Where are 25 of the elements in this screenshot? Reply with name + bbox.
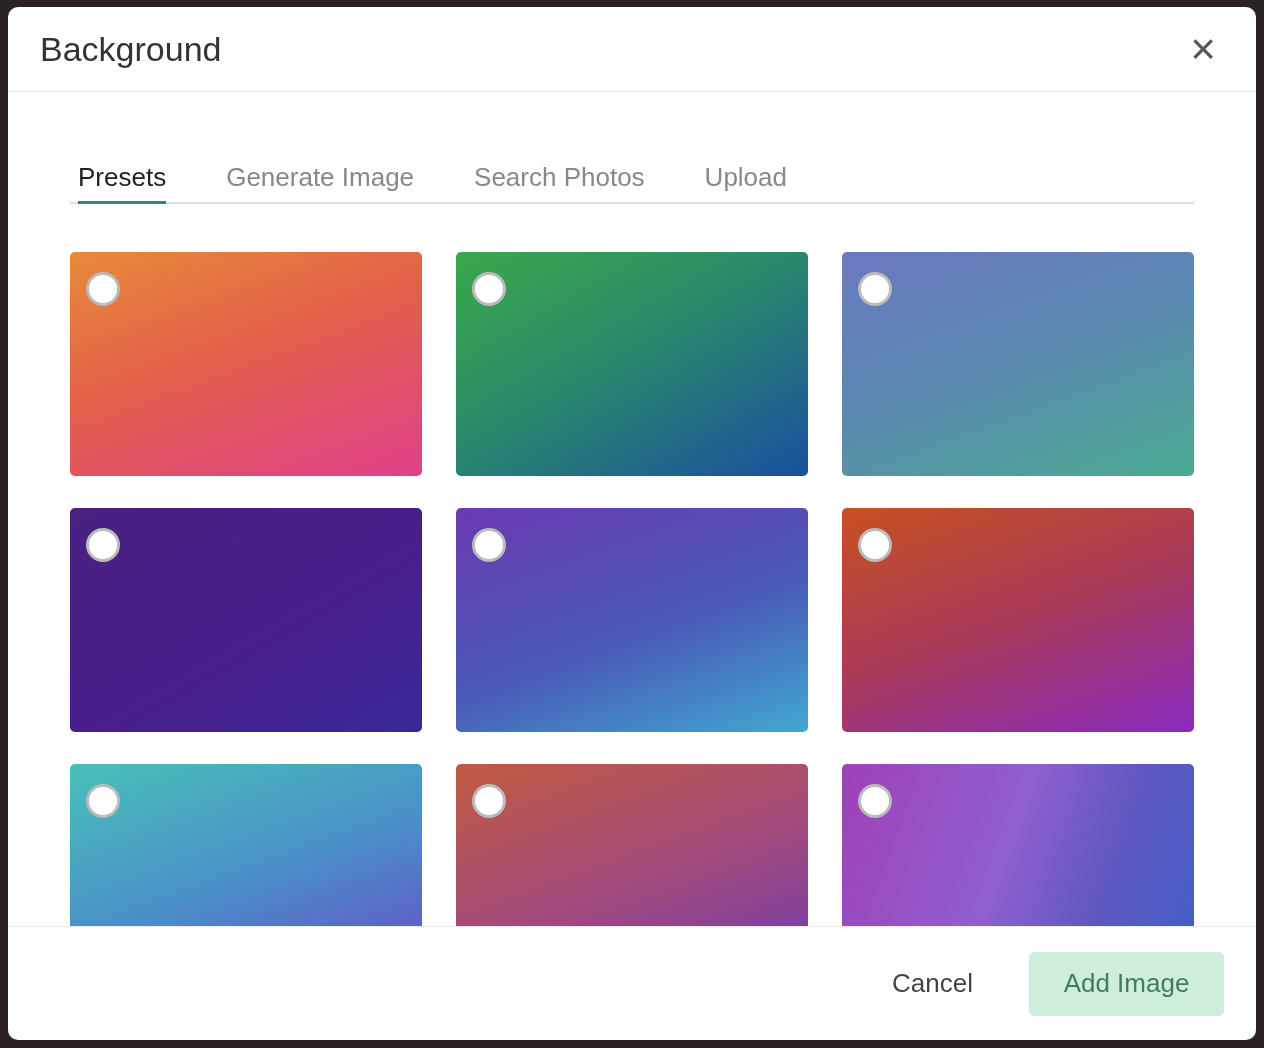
radio-button[interactable] [858, 528, 892, 562]
cancel-button[interactable]: Cancel [886, 967, 979, 1000]
preset-background-tile[interactable] [70, 252, 422, 476]
preset-background-tile[interactable] [70, 508, 422, 732]
preset-background-tile[interactable] [70, 764, 422, 926]
preset-background-tile[interactable] [842, 508, 1194, 732]
radio-button[interactable] [858, 272, 892, 306]
tab[interactable]: Generate Image [226, 162, 415, 204]
tab[interactable]: Presets [78, 162, 167, 204]
radio-button[interactable] [472, 784, 506, 818]
radio-button[interactable] [86, 528, 120, 562]
preset-background-tile[interactable] [456, 252, 808, 476]
preset-background-tile[interactable] [456, 764, 808, 926]
close-button[interactable]: × [1182, 27, 1224, 71]
radio-button[interactable] [472, 528, 506, 562]
preset-background-tile[interactable] [842, 764, 1194, 926]
tab[interactable]: Upload [704, 162, 787, 204]
tab[interactable]: Search Photos [474, 162, 645, 204]
preset-background-tile[interactable] [456, 508, 808, 732]
radio-button[interactable] [86, 272, 120, 306]
dialog-title: Background [40, 29, 222, 69]
radio-button[interactable] [86, 784, 120, 818]
preset-background-tile[interactable] [842, 252, 1194, 476]
radio-button[interactable] [472, 272, 506, 306]
radio-button[interactable] [858, 784, 892, 818]
